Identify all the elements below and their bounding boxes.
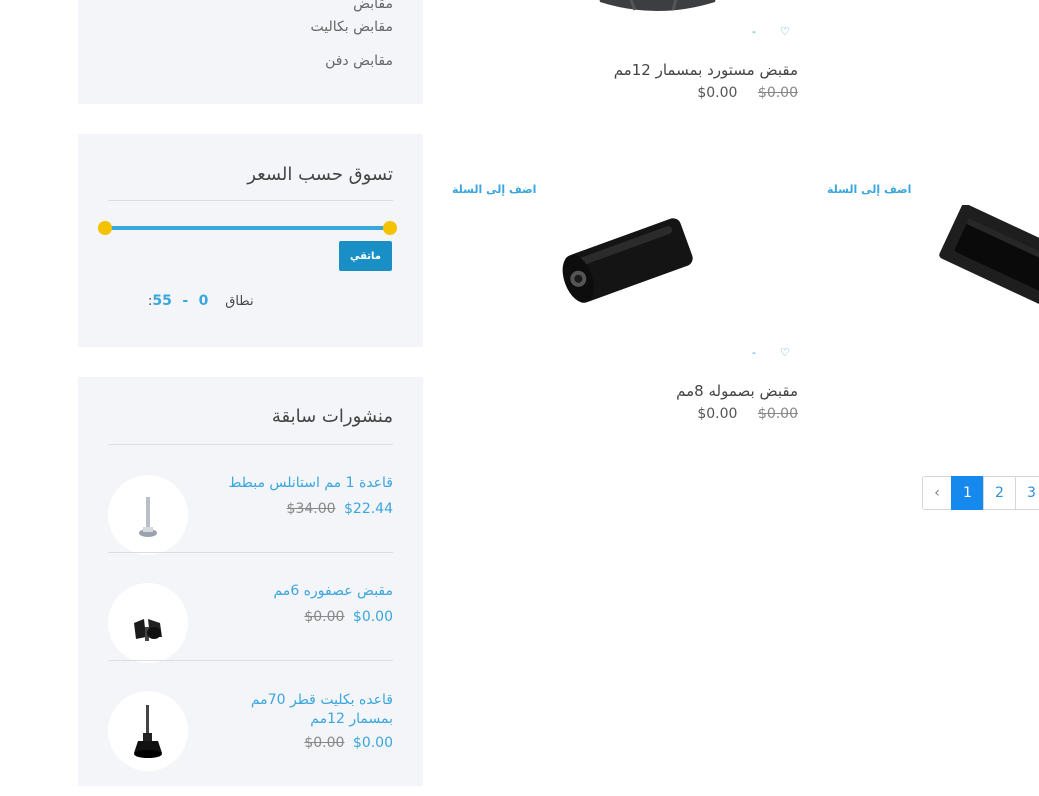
pagination-prev-button[interactable]: ‹ xyxy=(922,476,952,510)
price-filter-title: تسوق حسب السعر xyxy=(247,164,393,185)
pagination-page-1[interactable]: 1 xyxy=(951,476,984,510)
product-title-link[interactable]: مقبض مستورد بمسمار 12مم xyxy=(614,61,798,79)
product-title-link[interactable]: مقبض بصموله 8مم xyxy=(676,382,798,400)
add-to-cart-link[interactable]: اضف إلى السلة xyxy=(452,183,536,196)
divider xyxy=(108,200,393,201)
post-price-row: $0.00 $0.00 xyxy=(304,735,393,751)
post-title-link[interactable]: مقبض عصفوره 6مم xyxy=(193,583,393,599)
wishlist-icon[interactable]: ♡ xyxy=(780,25,790,38)
product-price: $0.00 xyxy=(697,406,738,422)
range-separator: - xyxy=(182,293,189,309)
price-range-readout: :نطاق 0 - 55 xyxy=(148,293,254,309)
post-old-price: $0.00 xyxy=(304,609,345,625)
post-thumbnail[interactable] xyxy=(108,475,188,555)
add-to-cart-link[interactable]: اضف إلى السلة xyxy=(827,183,911,196)
divider xyxy=(108,444,393,445)
post-price: $0.00 xyxy=(352,609,393,625)
compare-icon[interactable]: - xyxy=(752,25,756,38)
wishlist-icon[interactable]: ♡ xyxy=(780,346,790,359)
post-title-link[interactable]: قاعدة 1 مم استانلس مبطط xyxy=(193,475,393,491)
post-old-price: $0.00 xyxy=(304,735,345,751)
product-old-price: $0.00 xyxy=(757,85,798,101)
post-thumbnail[interactable] xyxy=(108,691,188,771)
product-image[interactable] xyxy=(585,0,730,30)
post-price: $22.44 xyxy=(344,501,393,517)
category-item[interactable]: مقابض بكاليت xyxy=(311,19,393,35)
range-min: 0 xyxy=(198,293,209,309)
divider xyxy=(108,552,393,553)
post-price-row: $22.44 $34.00 xyxy=(287,501,393,517)
price-slider-track[interactable] xyxy=(105,226,390,230)
post-price: $0.00 xyxy=(352,735,393,751)
pagination-page-3[interactable]: 3 xyxy=(1015,476,1039,510)
recessed-handle-image xyxy=(939,205,1039,305)
product-price-row: $0.00 $0.00 xyxy=(697,406,798,422)
cylinder-handle-image xyxy=(562,218,693,303)
pagination-page-2[interactable]: 2 xyxy=(983,476,1016,510)
wing-knob-image xyxy=(134,619,162,641)
post-title-link[interactable]: قاعده بكليت قطر 70مم بمسمار 12مم xyxy=(243,691,393,729)
post-thumbnail[interactable] xyxy=(108,583,188,663)
post-price-row: $0.00 $0.00 xyxy=(304,609,393,625)
filter-button[interactable]: ماتقي xyxy=(339,241,392,271)
product-price-row: $0.00 $0.00 xyxy=(697,85,798,101)
category-item[interactable]: مقابض xyxy=(353,0,393,12)
product-old-price: $0.00 xyxy=(757,406,798,422)
divider xyxy=(108,660,393,661)
product-image[interactable] xyxy=(545,205,715,315)
range-max: 55 xyxy=(152,293,172,309)
leveling-foot-image xyxy=(139,497,157,537)
knob-image xyxy=(599,0,716,11)
product-image[interactable] xyxy=(935,205,1039,305)
categories-panel xyxy=(78,0,423,104)
post-old-price: $34.00 xyxy=(286,501,336,517)
recent-posts-title: منشورات سابقة xyxy=(271,406,393,427)
product-price: $0.00 xyxy=(697,85,738,101)
category-item[interactable]: مقابض دفن xyxy=(325,53,393,69)
bakelite-base-image xyxy=(134,705,162,758)
slider-min-handle[interactable] xyxy=(98,221,112,235)
compare-icon[interactable]: - xyxy=(752,346,756,359)
slider-max-handle[interactable] xyxy=(383,221,397,235)
